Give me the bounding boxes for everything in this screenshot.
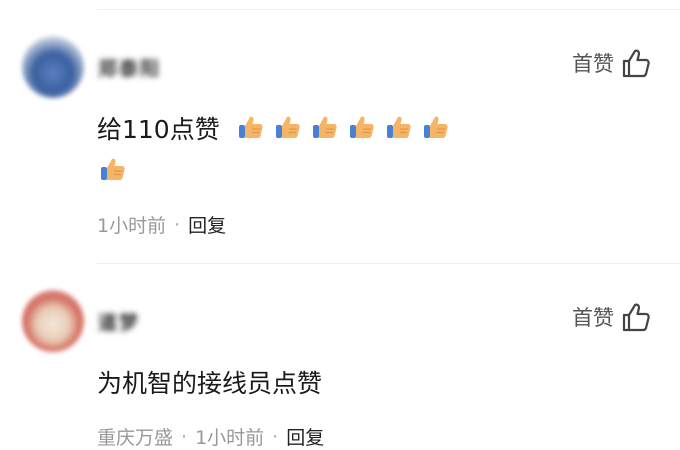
avatar[interactable] [22,36,84,98]
reply-button[interactable]: 回复 [188,211,226,238]
top-divider [97,9,680,10]
thumbs-up-emoji-icon [100,156,126,182]
comment-time: 1小时前 [97,215,167,237]
separator: · [272,425,279,448]
like-label: 首赞 [572,52,614,76]
comment-text: 为机智的接线员点赞 [97,369,323,398]
emoji-row [238,114,449,140]
thumb-up-outline-icon [622,302,650,332]
thumb-up-outline-icon [622,48,650,78]
like-button[interactable]: 首赞 [572,302,650,332]
emoji-row [100,156,126,182]
like-label: 首赞 [572,306,614,330]
thumbs-up-emoji-icon [386,114,412,140]
comment-meta: 1小时前 · 回复 [97,211,226,238]
thumbs-up-emoji-icon [349,114,375,140]
username[interactable]: 道梦 [98,308,140,334]
comment-divider [97,263,680,264]
like-button[interactable]: 首赞 [572,48,650,78]
username[interactable]: 郑泰阳 [98,54,161,80]
thumbs-up-emoji-icon [423,114,449,140]
thumbs-up-emoji-icon [275,114,301,140]
thumbs-up-emoji-icon [312,114,338,140]
avatar[interactable] [22,290,84,352]
comment-text: 给110点赞 [97,115,220,144]
separator: · [181,425,188,448]
thumbs-up-emoji-icon [238,114,264,140]
separator: · [174,213,181,236]
